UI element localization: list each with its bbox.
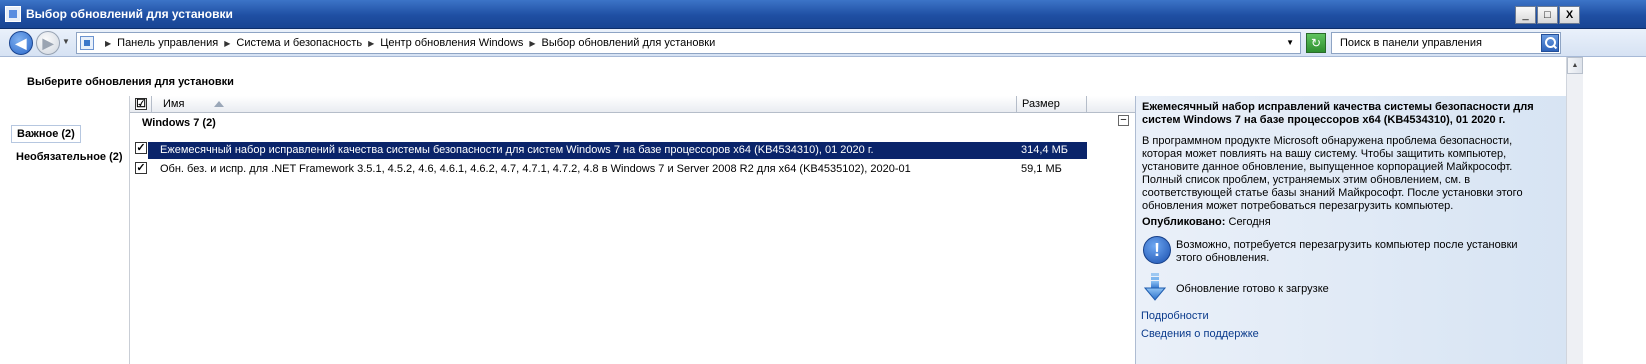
page-title: Выберите обновления для установки — [27, 76, 234, 88]
select-all-column-header: ☑ — [130, 96, 152, 113]
collapse-group-button[interactable]: − — [1118, 115, 1129, 126]
title-bar: Выбор обновлений для установки _ □ X — [0, 0, 1646, 29]
address-history-dropdown[interactable]: ▼ — [1286, 38, 1294, 47]
recent-pages-dropdown[interactable]: ▼ — [62, 37, 70, 46]
chevron-right-icon[interactable]: ▶ — [224, 39, 230, 48]
breadcrumb-windows-update[interactable]: Центр обновления Windows — [380, 37, 523, 49]
chevron-right-icon[interactable]: ▶ — [368, 39, 374, 48]
minimize-button[interactable]: _ — [1515, 6, 1536, 24]
control-panel-icon — [80, 36, 94, 50]
update-size: 314,4 МБ — [1021, 144, 1068, 156]
details-description: В программном продукте Microsoft обнаруж… — [1142, 135, 1523, 212]
info-icon: ! — [1143, 236, 1171, 264]
update-size: 59,1 МБ — [1021, 163, 1062, 175]
select-all-checkbox[interactable]: ☑ — [135, 98, 147, 110]
size-column-header[interactable]: Размер — [1017, 96, 1087, 113]
vertical-scrollbar[interactable]: ▲ — [1566, 57, 1583, 364]
published-label: Опубликовано: — [1142, 216, 1226, 228]
sidebar-item-important[interactable]: Важное (2) — [11, 125, 81, 143]
download-arrow-icon — [1144, 273, 1166, 301]
arrow-right-icon: ▶ — [42, 34, 54, 51]
heading-area: Выберите обновления для установки — [0, 57, 1566, 96]
address-box[interactable]: ▶ Панель управления ▶ Система и безопасн… — [76, 32, 1301, 54]
window-edge — [1583, 57, 1646, 364]
category-sidebar: Важное (2) Необязательное (2) — [0, 96, 130, 364]
details-pane: Ежемесячный набор исправлений качества с… — [1135, 96, 1566, 364]
update-name: Ежемесячный набор исправлений качества с… — [160, 144, 874, 156]
breadcrumb-select-updates[interactable]: Выбор обновлений для установки — [542, 37, 716, 49]
window-title: Выбор обновлений для установки — [26, 7, 233, 21]
group-title: Windows 7 (2) — [142, 117, 216, 129]
update-checkbox[interactable]: ✓ — [135, 142, 147, 154]
refresh-button[interactable]: ↻ — [1306, 33, 1326, 53]
chevron-right-icon[interactable]: ▶ — [529, 39, 535, 48]
empty-column-header — [1087, 96, 1135, 113]
update-checkbox[interactable]: ✓ — [135, 162, 147, 174]
back-button[interactable]: ◀ — [9, 31, 33, 55]
published-info: Опубликовано: Сегодня — [1142, 216, 1271, 228]
table-row[interactable]: Ежемесячный набор исправлений качества с… — [148, 142, 1087, 159]
search-input[interactable] — [1338, 33, 1538, 53]
control-panel-app-icon — [5, 6, 21, 22]
breadcrumb-system-security[interactable]: Система и безопасность — [236, 37, 362, 49]
sort-ascending-icon — [214, 101, 224, 107]
forward-button[interactable]: ▶ — [36, 31, 60, 55]
support-info-link[interactable]: Сведения о поддержке — [1141, 328, 1259, 340]
restart-note: Возможно, потребуется перезагрузить комп… — [1176, 239, 1518, 264]
update-name: Обн. без. и испр. для .NET Framework 3.5… — [160, 163, 911, 175]
table-row[interactable]: Обн. без. и испр. для .NET Framework 3.5… — [148, 161, 1087, 178]
search-box[interactable] — [1331, 32, 1561, 54]
scroll-up-button[interactable]: ▲ — [1567, 57, 1583, 74]
refresh-icon: ↻ — [1310, 36, 1322, 50]
name-column-header[interactable]: Имя — [152, 96, 1017, 113]
published-value: Сегодня — [1228, 216, 1271, 228]
search-icon[interactable] — [1541, 34, 1559, 52]
size-column-label: Размер — [1022, 98, 1060, 110]
details-title: Ежемесячный набор исправлений качества с… — [1142, 101, 1534, 126]
breadcrumb: ▶ Панель управления ▶ Система и безопасн… — [99, 37, 715, 49]
more-info-link[interactable]: Подробности — [1141, 310, 1209, 322]
chevron-right-icon[interactable]: ▶ — [105, 39, 111, 48]
close-button[interactable]: X — [1559, 6, 1580, 24]
updates-list: ☑ Имя Размер Windows 7 (2) − ✓ Ежемесячн… — [130, 96, 1135, 364]
arrow-left-icon: ◀ — [15, 34, 27, 51]
name-column-label: Имя — [163, 98, 185, 110]
maximize-button[interactable]: □ — [1537, 6, 1558, 24]
sidebar-item-optional[interactable]: Необязательное (2) — [11, 149, 128, 165]
download-status: Обновление готово к загрузке — [1176, 283, 1329, 295]
address-toolbar: ◀ ▶ ▼ ▶ Панель управления ▶ Система и бе… — [0, 29, 1646, 57]
breadcrumb-control-panel[interactable]: Панель управления — [117, 37, 218, 49]
